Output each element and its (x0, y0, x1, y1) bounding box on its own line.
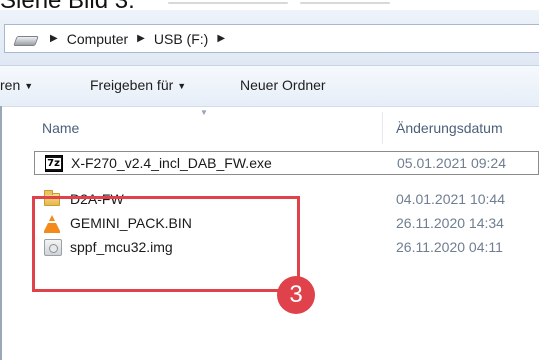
breadcrumb-chevron-icon[interactable]: ▶ (217, 33, 225, 44)
usb-drive-icon (13, 32, 39, 46)
sort-indicator-icon: ▼ (200, 108, 208, 117)
breadcrumb-chevron-icon[interactable]: ▶ (137, 33, 145, 44)
step-number-badge: 3 (277, 276, 315, 314)
column-header-row: ▼ Name Änderungsdatum (0, 108, 539, 148)
explorer-window: ▶ Computer ▶ USB (F:) ▶ ren ▼ Freigeben f… (0, 10, 539, 360)
blurred-caption-line (300, 2, 390, 4)
chevron-down-icon: ▼ (24, 81, 34, 91)
organize-button[interactable]: ren ▼ (0, 77, 33, 93)
file-row[interactable]: 7z X-F270_v2.4_incl_DAB_FW.exe 05.01.202… (34, 151, 539, 175)
7zip-archive-icon: 7z (45, 155, 63, 172)
column-divider[interactable] (382, 112, 383, 144)
breadcrumb-usb-drive[interactable]: USB (F:) (152, 31, 210, 47)
blurred-caption-line (168, 2, 288, 4)
command-bar: ren ▼ Freigeben für ▼ Neuer Ordner (0, 66, 539, 107)
breadcrumb-chevron-icon[interactable]: ▶ (50, 33, 58, 44)
new-folder-label: Neuer Ordner (240, 77, 326, 93)
file-date: 26.11.2020 04:11 (396, 239, 503, 255)
file-name: X-F270_v2.4_incl_DAB_FW.exe (71, 155, 272, 171)
file-date: 26.11.2020 14:34 (396, 215, 504, 231)
address-bar[interactable]: ▶ Computer ▶ USB (F:) ▶ (4, 24, 539, 53)
column-header-name[interactable]: Name (42, 120, 79, 136)
chevron-down-icon: ▼ (177, 81, 187, 91)
file-date: 04.01.2021 10:44 (396, 191, 505, 207)
organize-label: ren (0, 77, 21, 93)
address-area: ▶ Computer ▶ USB (F:) ▶ (0, 10, 539, 66)
highlight-box (32, 196, 300, 292)
share-with-label: Freigeben für (90, 77, 174, 93)
column-header-date-modified[interactable]: Änderungsdatum (396, 120, 503, 136)
breadcrumb-computer[interactable]: Computer (65, 31, 130, 47)
new-folder-button[interactable]: Neuer Ordner (240, 77, 326, 93)
share-with-button[interactable]: Freigeben für ▼ (90, 77, 186, 93)
file-date: 05.01.2021 09:24 (397, 155, 506, 171)
